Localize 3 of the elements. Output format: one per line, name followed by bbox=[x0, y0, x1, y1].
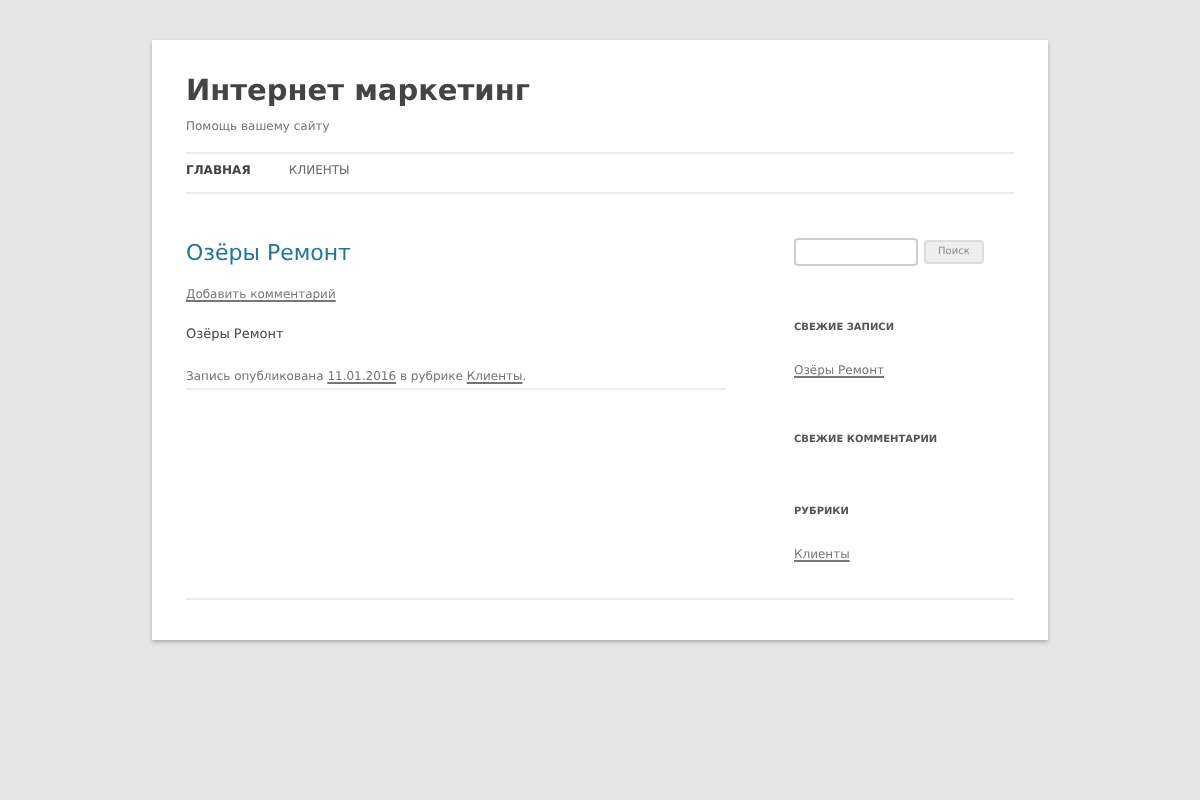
post-title[interactable]: Озёры Ремонт bbox=[186, 240, 351, 266]
search-field[interactable] bbox=[794, 238, 918, 266]
site-title[interactable]: Интернет маркетинг bbox=[186, 76, 530, 108]
